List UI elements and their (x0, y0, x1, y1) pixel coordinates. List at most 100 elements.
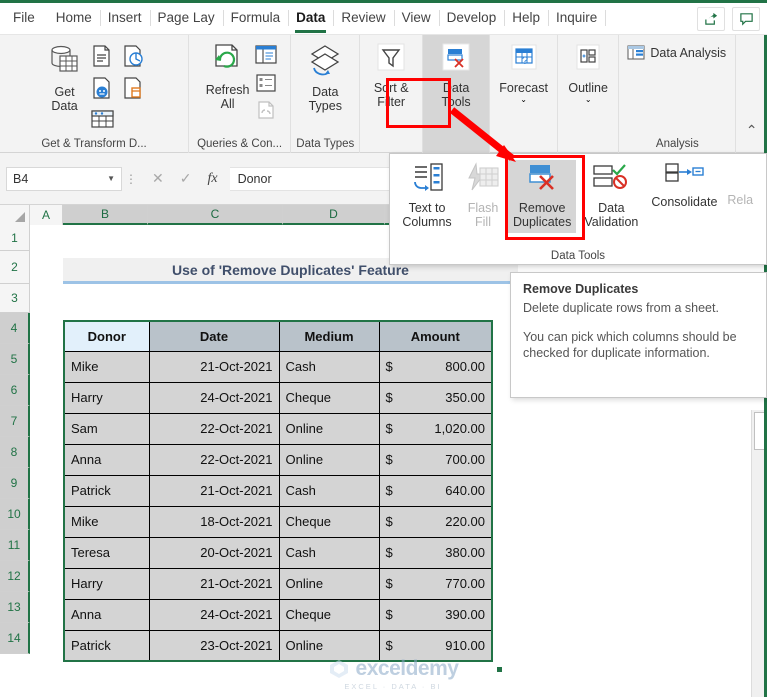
cell-date[interactable]: 21-Oct-2021 (148, 474, 280, 507)
row-header-3[interactable]: 3 (0, 284, 30, 313)
table-row[interactable]: Teresa 20-Oct-2021 Cash $380.00 (63, 536, 493, 569)
selection-fill-handle[interactable] (496, 666, 503, 673)
tab-insert[interactable]: Insert (101, 6, 151, 31)
tab-inquire[interactable]: Inquire (549, 6, 607, 31)
table-row[interactable]: Harry 21-Oct-2021 Online $770.00 (63, 567, 493, 600)
cell-medium[interactable]: Cheque (278, 505, 380, 538)
table-row[interactable]: Patrick 21-Oct-2021 Cash $640.00 (63, 474, 493, 507)
formula-bar-drag-handle[interactable]: ⋮ (122, 172, 140, 186)
insert-function-icon[interactable]: fx (207, 171, 217, 187)
text-to-columns-button[interactable]: Text to Columns (396, 160, 458, 229)
cell-donor[interactable]: Mike (63, 350, 150, 383)
row-header-5[interactable]: 5 (0, 344, 30, 375)
tab-home[interactable]: Home (49, 6, 101, 31)
cell-date[interactable]: 23-Oct-2021 (148, 629, 280, 662)
row-header-2[interactable]: 2 (0, 251, 30, 284)
table-row[interactable]: Sam 22-Oct-2021 Online $1,020.00 (63, 412, 493, 445)
tab-formulas[interactable]: Formula (224, 6, 289, 31)
cell-donor[interactable]: Patrick (63, 474, 150, 507)
cell-medium[interactable]: Cash (278, 350, 380, 383)
cell-donor[interactable]: Sam (63, 412, 150, 445)
tab-file[interactable]: File (1, 6, 47, 31)
row-header-4[interactable]: 4 (0, 313, 30, 344)
table-header-date[interactable]: Date (148, 320, 280, 352)
remove-duplicates-button[interactable]: Remove Duplicates (508, 160, 577, 233)
cell-amount[interactable]: $800.00 (378, 350, 493, 383)
cell-medium[interactable]: Online (278, 629, 380, 662)
cell-date[interactable]: 24-Oct-2021 (148, 381, 280, 414)
cell-donor[interactable]: Anna (63, 443, 150, 476)
outline-button[interactable]: Outline ⌄ (563, 40, 613, 104)
cell-amount[interactable]: $910.00 (378, 629, 493, 662)
tab-data[interactable]: Data (289, 6, 335, 33)
tab-help[interactable]: Help (505, 6, 549, 31)
select-all-corner[interactable] (0, 205, 30, 225)
cell-date[interactable]: 21-Oct-2021 (148, 350, 280, 383)
tab-view[interactable]: View (395, 6, 440, 31)
comments-button[interactable] (732, 6, 760, 31)
row-header-14[interactable]: 14 (0, 623, 30, 654)
cell-amount[interactable]: $350.00 (378, 381, 493, 414)
table-row[interactable]: Mike 21-Oct-2021 Cash $800.00 (63, 350, 493, 383)
table-header-amount[interactable]: Amount (378, 320, 493, 352)
chevron-up-icon[interactable]: ⌃ (746, 122, 758, 153)
cell-medium[interactable]: Cash (278, 536, 380, 569)
column-header-d[interactable]: D (283, 205, 385, 225)
tab-developer[interactable]: Develop (440, 6, 505, 31)
table-row[interactable]: Mike 18-Oct-2021 Cheque $220.00 (63, 505, 493, 538)
table-row[interactable]: Anna 24-Oct-2021 Cheque $390.00 (63, 598, 493, 631)
table-row[interactable]: Anna 22-Oct-2021 Online $700.00 (63, 443, 493, 476)
data-validation-button[interactable]: Data Validation (576, 160, 646, 229)
data-tools-button[interactable]: Data Tools (432, 40, 480, 109)
table-row[interactable]: Harry 24-Oct-2021 Cheque $350.00 (63, 381, 493, 414)
cell-date[interactable]: 24-Oct-2021 (148, 598, 280, 631)
cell-amount[interactable]: $700.00 (378, 443, 493, 476)
row-header-7[interactable]: 7 (0, 406, 30, 437)
cell-donor[interactable]: Harry (63, 567, 150, 600)
cell-medium[interactable]: Cheque (278, 598, 380, 631)
sort-filter-button[interactable]: Sort & Filter (367, 40, 415, 109)
cell-donor[interactable]: Patrick (63, 629, 150, 662)
row-header-12[interactable]: 12 (0, 561, 30, 592)
row-header-11[interactable]: 11 (0, 530, 30, 561)
cell-medium[interactable]: Online (278, 412, 380, 445)
cell-donor[interactable]: Harry (63, 381, 150, 414)
cell-donor[interactable]: Mike (63, 505, 150, 538)
consolidate-button[interactable]: Consolidate (646, 160, 722, 209)
from-web-button[interactable] (121, 44, 149, 73)
row-header-8[interactable]: 8 (0, 437, 30, 468)
cell-medium[interactable]: Cheque (278, 381, 380, 414)
properties-button[interactable] (254, 73, 278, 98)
enter-check-icon[interactable]: ✓ (180, 170, 192, 187)
cancel-x-icon[interactable]: ✕ (152, 170, 164, 187)
table-header-donor[interactable]: Donor (63, 320, 150, 352)
existing-connections-button[interactable] (121, 76, 149, 105)
from-table-range-button[interactable] (90, 108, 118, 135)
cell-amount[interactable]: $220.00 (378, 505, 493, 538)
cell-date[interactable]: 21-Oct-2021 (148, 567, 280, 600)
cell-amount[interactable]: $380.00 (378, 536, 493, 569)
refresh-all-button[interactable]: Refresh All (201, 40, 255, 111)
forecast-button[interactable]: ? Forecast ⌄ (494, 40, 553, 104)
name-box-chevron-down-icon[interactable]: ▼ (107, 174, 115, 183)
cell-donor[interactable]: Anna (63, 598, 150, 631)
name-box[interactable]: B4 ▼ (6, 166, 122, 191)
table-row[interactable]: Patrick 23-Oct-2021 Online $910.00 (63, 629, 493, 662)
row-header-13[interactable]: 13 (0, 592, 30, 623)
cell-medium[interactable]: Cash (278, 474, 380, 507)
column-header-b[interactable]: B (63, 205, 148, 225)
data-analysis-button[interactable]: Data Analysis (623, 44, 726, 62)
cell-amount[interactable]: $1,020.00 (378, 412, 493, 445)
queries-connections-button[interactable] (254, 44, 278, 71)
cell-medium[interactable]: Online (278, 567, 380, 600)
cell-amount[interactable]: $770.00 (378, 567, 493, 600)
row-header-10[interactable]: 10 (0, 499, 30, 530)
get-data-button[interactable]: Get Data (40, 40, 90, 113)
data-types-button[interactable]: Data Types (299, 40, 351, 113)
cell-date[interactable]: 22-Oct-2021 (148, 443, 280, 476)
cell-amount[interactable]: $640.00 (378, 474, 493, 507)
cell-donor[interactable]: Teresa (63, 536, 150, 569)
column-header-c[interactable]: C (148, 205, 283, 225)
cell-date[interactable]: 20-Oct-2021 (148, 536, 280, 569)
row-header-9[interactable]: 9 (0, 468, 30, 499)
